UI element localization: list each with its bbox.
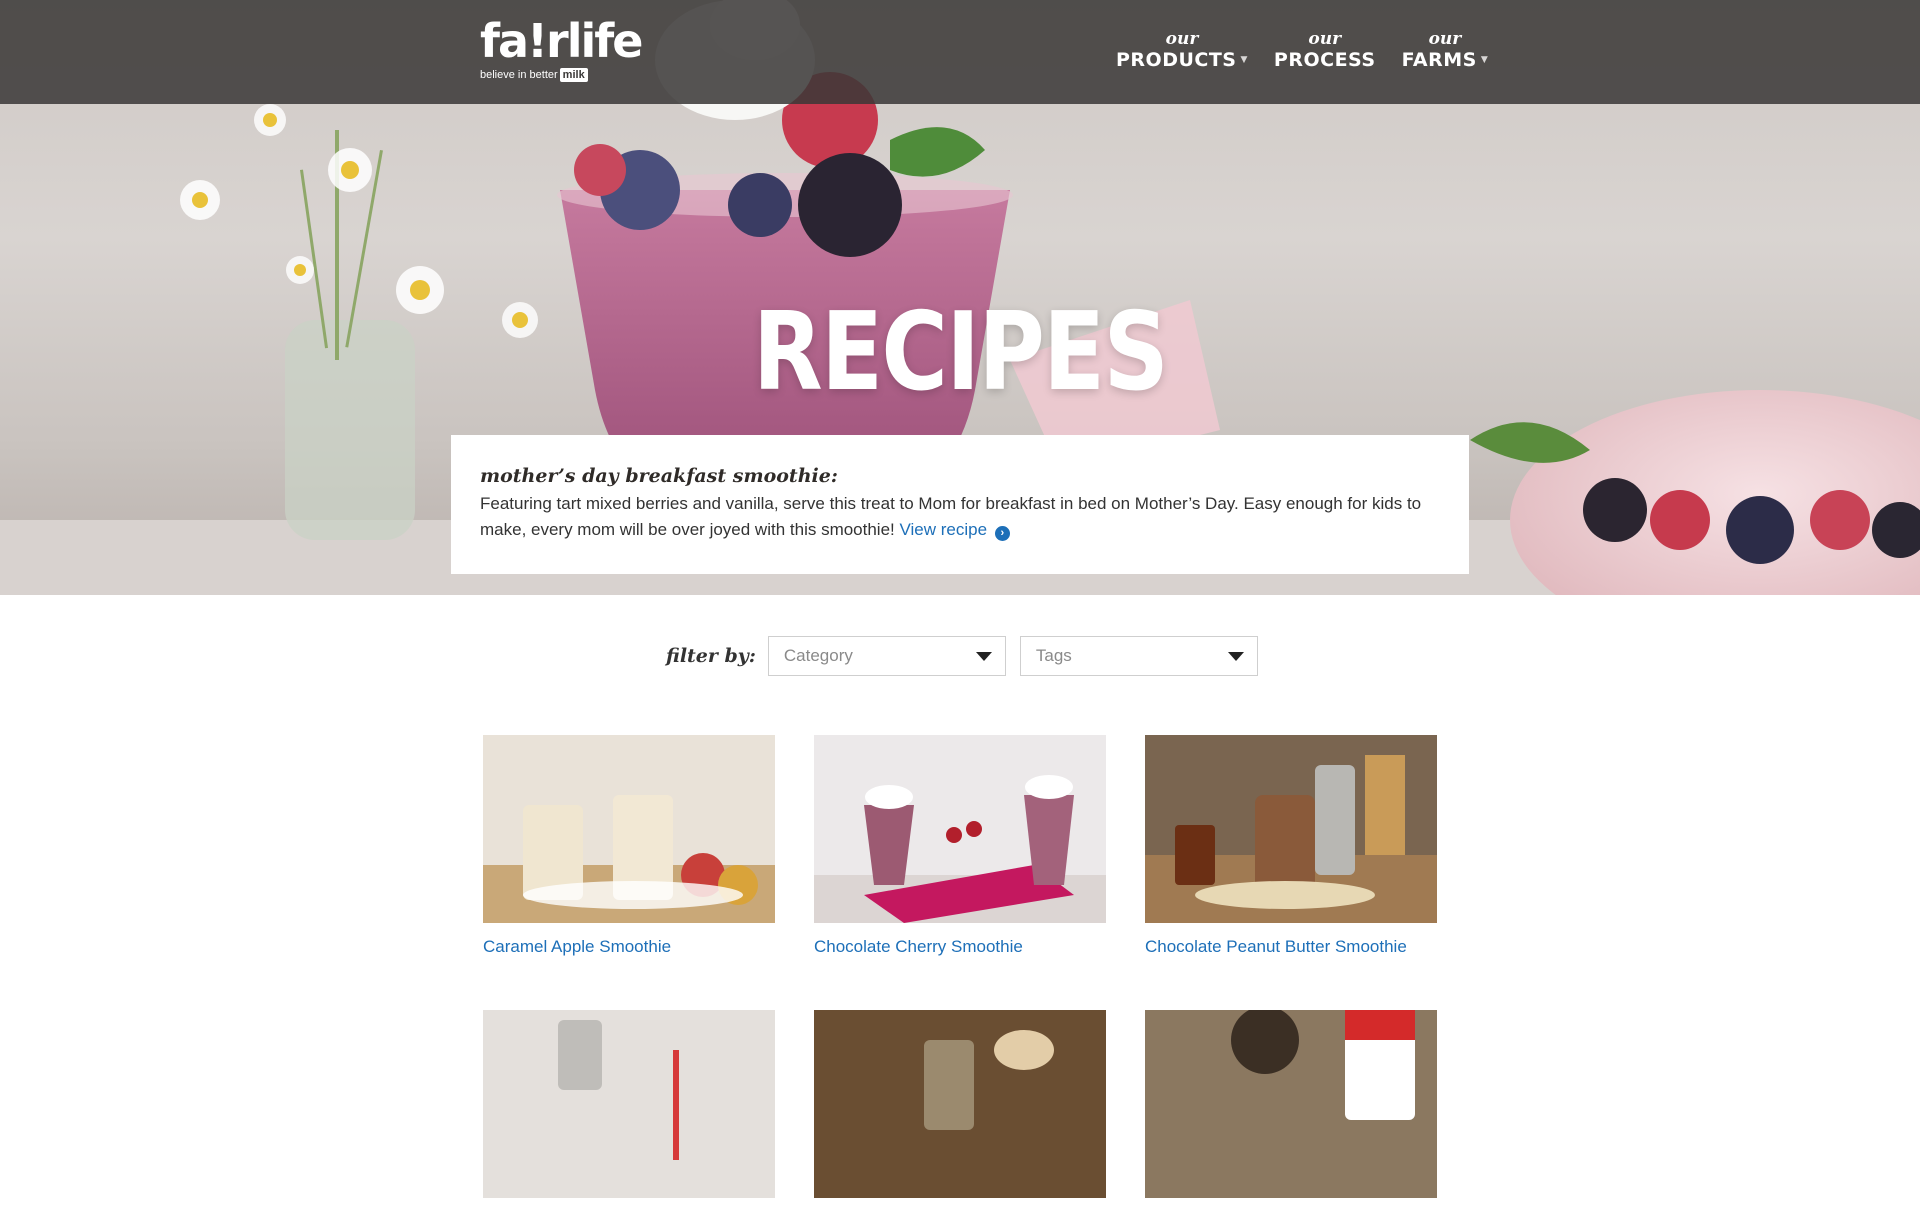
logo-tagline: believe in better milk	[480, 68, 630, 82]
logo-tagline-text: believe in better	[480, 69, 558, 81]
page-title: RECIPES	[752, 290, 1169, 415]
circle-arrow-right-icon: ›	[994, 526, 1010, 541]
recipe-card: Caramel Apple Smoothie	[483, 735, 775, 957]
recipe-card: Chocolate Cherry Smoothie	[814, 735, 1106, 957]
featured-recipe-description: Featuring tart mixed berries and vanilla…	[480, 491, 1441, 543]
logo-milk-badge: milk	[559, 68, 588, 82]
nav-item-prefix: our	[1428, 29, 1462, 49]
recipe-image	[814, 1010, 1106, 1198]
recipe-title-link[interactable]: Chocolate Peanut Butter Smoothie	[1145, 937, 1437, 957]
fairlife-logo[interactable]: fa!rlife believe in better milk	[480, 14, 643, 88]
caret-down-icon: ▼	[1480, 55, 1489, 65]
view-recipe-label: View recipe	[899, 520, 988, 539]
recipe-image	[483, 1010, 775, 1198]
view-recipe-link[interactable]: View recipe ›	[899, 520, 1010, 541]
recipe-image	[1145, 1010, 1437, 1198]
category-placeholder: Category	[783, 646, 853, 665]
nav-item-farms[interactable]: our FARMS ▼	[1402, 30, 1489, 72]
recipe-image	[1145, 735, 1437, 923]
recipe-card	[483, 1010, 775, 1212]
recipe-title-link[interactable]: Caramel Apple Smoothie	[483, 937, 775, 957]
nav-item-label: PRODUCTS	[1116, 49, 1237, 71]
logo-wordmark: fa!rlife	[480, 14, 643, 68]
dropdown-arrow-icon	[975, 651, 992, 661]
recipe-thumbnail[interactable]	[1145, 735, 1437, 923]
nav-item-label: PROCESS	[1273, 49, 1376, 71]
recipe-image	[483, 735, 775, 923]
main-nav: our PRODUCTS ▼ our PROCESS our FARMS ▼	[1116, 30, 1514, 72]
featured-recipe-heading: mother’s day breakfast smoothie:	[480, 465, 838, 487]
featured-recipe-box: mother’s day breakfast smoothie: Featuri…	[451, 435, 1469, 574]
tags-dropdown[interactable]: Tags	[1019, 636, 1258, 676]
nav-item-prefix: our	[1165, 29, 1199, 49]
nav-item-prefix: our	[1308, 29, 1342, 49]
category-dropdown[interactable]: Category	[767, 636, 1006, 676]
nav-item-process[interactable]: our PROCESS	[1274, 30, 1376, 72]
top-navigation-bar: fa!rlife believe in better milk our PROD…	[0, 0, 1920, 104]
dropdown-arrow-icon	[1227, 651, 1244, 661]
recipe-thumbnail[interactable]	[1145, 1010, 1437, 1198]
recipe-title-link[interactable]: Chocolate Cherry Smoothie	[814, 937, 1106, 957]
nav-item-products[interactable]: our PRODUCTS ▼	[1116, 30, 1248, 72]
recipe-filter-bar: filter by: Category Tags	[666, 636, 1272, 676]
recipe-card	[1145, 1010, 1437, 1212]
recipe-image	[814, 735, 1106, 923]
recipe-thumbnail[interactable]	[483, 1010, 775, 1198]
recipe-thumbnail[interactable]	[483, 735, 775, 923]
nav-item-label: FARMS	[1401, 49, 1477, 71]
recipe-card	[814, 1010, 1106, 1212]
tags-placeholder: Tags	[1035, 646, 1072, 665]
recipe-thumbnail[interactable]	[814, 735, 1106, 923]
recipe-thumbnail[interactable]	[814, 1010, 1106, 1198]
caret-down-icon: ▼	[1240, 55, 1248, 65]
filter-label: filter by:	[666, 645, 756, 667]
recipe-card: Chocolate Peanut Butter Smoothie	[1145, 735, 1437, 957]
hero-banner: fa!rlife believe in better milk our PROD…	[0, 0, 1920, 595]
